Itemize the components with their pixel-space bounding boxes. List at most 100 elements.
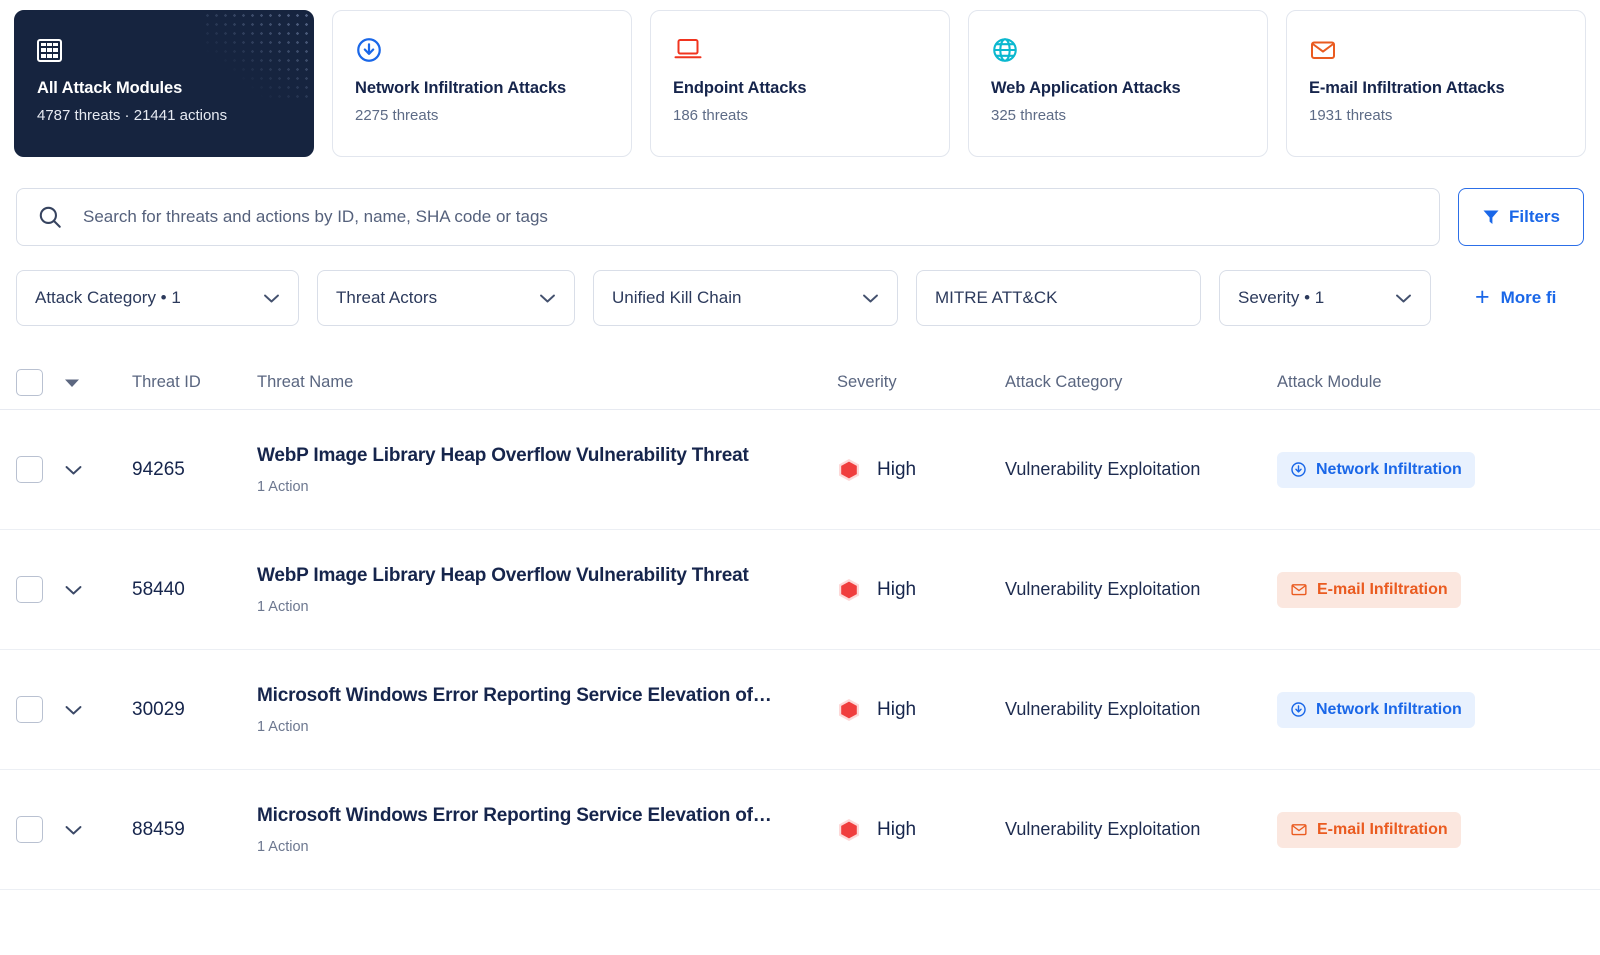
severity-hexagon-icon [837,698,861,722]
severity-hexagon-icon [837,818,861,842]
row-action-count: 1 Action [257,479,837,495]
row-checkbox[interactable] [16,456,43,483]
module-card-subtitle: 4787 threats · 21441 actions [37,107,291,124]
caret-down-icon[interactable] [64,378,80,388]
module-card-title: All Attack Modules [37,79,291,98]
row-threat-id: 88459 [132,819,257,841]
filter-label: Unified Kill Chain [612,288,741,308]
header-attack-category[interactable]: Attack Category [1005,373,1277,392]
select-all-checkbox[interactable] [16,369,43,396]
row-threat-name[interactable]: WebP Image Library Heap Overflow Vulnera… [257,445,837,467]
row-attack-module-cell: E-mail Infiltration [1277,812,1600,848]
row-threat-id: 94265 [132,459,257,481]
row-attack-category: Vulnerability Exploitation [1005,699,1277,720]
attack-module-badge-label: E-mail Infiltration [1317,581,1448,599]
row-threat-name-cell: WebP Image Library Heap Overflow Vulnera… [257,445,837,495]
attack-module-badge[interactable]: E-mail Infiltration [1277,812,1461,848]
more-filters-button[interactable]: + More fi [1475,288,1556,308]
envelope-icon [1290,822,1308,837]
module-card-title: Network Infiltration Attacks [355,79,609,98]
table-header-row: Threat ID Threat Name Severity Attack Ca… [0,356,1600,410]
row-checkbox-cell [16,576,64,603]
row-checkbox[interactable] [16,696,43,723]
module-card-subtitle: 1931 threats [1309,107,1563,124]
chevron-down-icon [1395,293,1412,304]
module-card-title: Endpoint Attacks [673,79,927,98]
row-action-count: 1 Action [257,839,837,855]
filter-mitre-attack[interactable]: MITRE ATT&CK [916,270,1201,326]
module-card-web-application[interactable]: Web Application Attacks 325 threats [968,10,1268,157]
funnel-icon [1482,208,1500,226]
filters-button-label: Filters [1509,207,1560,227]
envelope-icon [1290,582,1308,597]
search-box[interactable] [16,188,1440,246]
row-attack-module-cell: Network Infiltration [1277,692,1600,728]
filter-severity[interactable]: Severity • 1 [1219,270,1431,326]
chevron-down-icon[interactable] [64,464,83,476]
row-threat-name[interactable]: Microsoft Windows Error Reporting Servic… [257,805,837,827]
row-checkbox[interactable] [16,816,43,843]
filter-label: Attack Category • 1 [35,288,181,308]
header-threat-id[interactable]: Threat ID [132,373,257,392]
module-card-email-infiltration[interactable]: E-mail Infiltration Attacks 1931 threats [1286,10,1586,157]
threats-table: Threat ID Threat Name Severity Attack Ca… [0,356,1600,890]
row-severity-label: High [877,459,916,481]
filter-unified-kill-chain[interactable]: Unified Kill Chain [593,270,898,326]
header-threat-name[interactable]: Threat Name [257,373,837,392]
row-threat-name[interactable]: Microsoft Windows Error Reporting Servic… [257,685,837,707]
row-severity-label: High [877,819,916,841]
chevron-down-icon[interactable] [64,704,83,716]
filter-pills-row: Attack Category • 1 Threat Actors Unifie… [0,246,1600,326]
row-threat-name-cell: Microsoft Windows Error Reporting Servic… [257,805,837,855]
table-row[interactable]: 58440 WebP Image Library Heap Overflow V… [0,530,1600,650]
attack-module-badge[interactable]: E-mail Infiltration [1277,572,1461,608]
attack-module-badge-label: E-mail Infiltration [1317,821,1448,839]
row-severity-label: High [877,699,916,721]
sort-toggle-cell[interactable] [64,378,132,388]
row-expand-cell[interactable] [64,584,132,596]
row-expand-cell[interactable] [64,704,132,716]
search-input[interactable] [83,207,1419,227]
header-severity[interactable]: Severity [837,373,1005,392]
row-attack-category: Vulnerability Exploitation [1005,819,1277,840]
filters-button[interactable]: Filters [1458,188,1584,246]
table-row[interactable]: 94265 WebP Image Library Heap Overflow V… [0,410,1600,530]
filter-threat-actors[interactable]: Threat Actors [317,270,575,326]
attack-module-badge[interactable]: Network Infiltration [1277,692,1475,728]
table-row[interactable]: 30029 Microsoft Windows Error Reporting … [0,650,1600,770]
attack-module-badge[interactable]: Network Infiltration [1277,452,1475,488]
row-expand-cell[interactable] [64,824,132,836]
grid-icon [37,33,291,67]
module-card-subtitle: 325 threats [991,107,1245,124]
filter-attack-category[interactable]: Attack Category • 1 [16,270,299,326]
search-row: Filters [0,160,1600,246]
download-circle-icon [355,33,609,67]
row-expand-cell[interactable] [64,464,132,476]
row-severity-cell: High [837,458,1005,482]
header-attack-module[interactable]: Attack Module [1277,373,1600,392]
row-attack-category: Vulnerability Exploitation [1005,459,1277,480]
row-severity-label: High [877,579,916,601]
row-severity-cell: High [837,818,1005,842]
module-card-network-infiltration[interactable]: Network Infiltration Attacks 2275 threat… [332,10,632,157]
row-action-count: 1 Action [257,719,837,735]
chevron-down-icon[interactable] [64,584,83,596]
chevron-down-icon [263,293,280,304]
table-row[interactable]: 88459 Microsoft Windows Error Reporting … [0,770,1600,890]
row-threat-name-cell: Microsoft Windows Error Reporting Servic… [257,685,837,735]
row-threat-id: 58440 [132,579,257,601]
row-attack-category: Vulnerability Exploitation [1005,579,1277,600]
globe-icon [991,33,1245,67]
module-card-title: Web Application Attacks [991,79,1245,98]
attack-modules-page: All Attack Modules 4787 threats · 21441 … [0,0,1600,955]
row-attack-module-cell: E-mail Infiltration [1277,572,1600,608]
module-card-endpoint[interactable]: Endpoint Attacks 186 threats [650,10,950,157]
download-circle-icon [1290,461,1307,478]
module-card-title: E-mail Infiltration Attacks [1309,79,1563,98]
row-threat-name[interactable]: WebP Image Library Heap Overflow Vulnera… [257,565,837,587]
module-card-subtitle: 2275 threats [355,107,609,124]
row-checkbox[interactable] [16,576,43,603]
chevron-down-icon[interactable] [64,824,83,836]
module-card-all-attack-modules[interactable]: All Attack Modules 4787 threats · 21441 … [14,10,314,157]
envelope-icon [1309,33,1563,67]
